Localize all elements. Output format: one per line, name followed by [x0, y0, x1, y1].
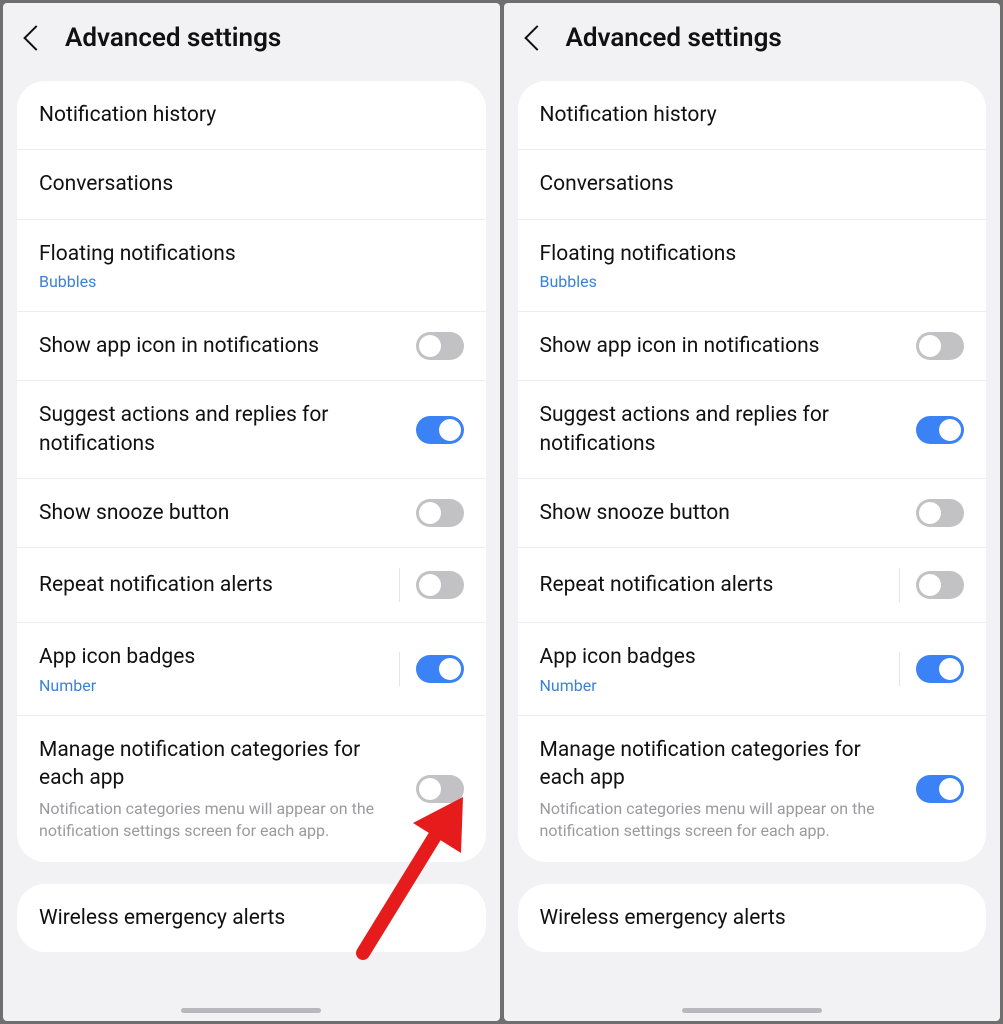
row-label: Repeat notification alerts	[39, 571, 383, 599]
row-label: Conversations	[540, 170, 965, 198]
row-show-app-icon[interactable]: Show app icon in notifications	[17, 312, 486, 381]
toggle-show-app-icon[interactable]	[916, 332, 964, 360]
row-suggest-actions[interactable]: Suggest actions and replies for notifica…	[17, 381, 486, 479]
row-label: App icon badges	[540, 643, 884, 671]
divider	[399, 568, 400, 602]
toggle-snooze-button[interactable]	[416, 499, 464, 527]
row-conversations[interactable]: Conversations	[17, 150, 486, 219]
settings-card-secondary: Wireless emergency alerts	[518, 884, 987, 952]
back-icon[interactable]	[23, 25, 48, 50]
row-sub: Number	[39, 676, 383, 695]
row-floating-notifications[interactable]: Floating notifications Bubbles	[17, 220, 486, 312]
row-repeat-alerts[interactable]: Repeat notification alerts	[518, 548, 987, 623]
page-title: Advanced settings	[65, 23, 281, 53]
row-sub: Bubbles	[39, 272, 464, 291]
row-show-app-icon[interactable]: Show app icon in notifications	[518, 312, 987, 381]
row-label: Show app icon in notifications	[540, 332, 901, 360]
row-app-icon-badges[interactable]: App icon badges Number	[518, 623, 987, 715]
row-wireless-alerts[interactable]: Wireless emergency alerts	[518, 884, 987, 952]
row-label: Show snooze button	[39, 499, 400, 527]
row-label: Suggest actions and replies for notifica…	[540, 401, 901, 458]
page-title: Advanced settings	[566, 23, 782, 53]
toggle-app-icon-badges[interactable]	[416, 655, 464, 683]
toggle-suggest-actions[interactable]	[416, 416, 464, 444]
toggle-manage-categories[interactable]	[416, 775, 464, 803]
settings-card-secondary: Wireless emergency alerts	[17, 884, 486, 952]
home-indicator[interactable]	[181, 1008, 321, 1013]
header: Advanced settings	[3, 3, 500, 81]
phone-left: Advanced settings Notification history C…	[3, 3, 500, 1021]
row-label: Show app icon in notifications	[39, 332, 400, 360]
row-suggest-actions[interactable]: Suggest actions and replies for notifica…	[518, 381, 987, 479]
row-sub: Number	[540, 676, 884, 695]
phone-right: Advanced settings Notification history C…	[504, 3, 1001, 1021]
header: Advanced settings	[504, 3, 1001, 81]
row-repeat-alerts[interactable]: Repeat notification alerts	[17, 548, 486, 623]
home-indicator[interactable]	[682, 1008, 822, 1013]
row-label: Conversations	[39, 170, 464, 198]
back-icon[interactable]	[524, 25, 549, 50]
row-label: Manage notification categories for each …	[39, 736, 400, 793]
row-desc: Notification categories menu will appear…	[39, 798, 400, 841]
divider	[899, 652, 900, 686]
row-manage-categories[interactable]: Manage notification categories for each …	[518, 716, 987, 862]
row-label: Wireless emergency alerts	[540, 904, 965, 932]
row-label: Floating notifications	[540, 240, 965, 268]
row-label: Floating notifications	[39, 240, 464, 268]
toggle-repeat-alerts[interactable]	[416, 571, 464, 599]
row-snooze-button[interactable]: Show snooze button	[17, 479, 486, 548]
row-notification-history[interactable]: Notification history	[17, 81, 486, 150]
row-conversations[interactable]: Conversations	[518, 150, 987, 219]
toggle-show-app-icon[interactable]	[416, 332, 464, 360]
row-label: Manage notification categories for each …	[540, 736, 901, 793]
row-desc: Notification categories menu will appear…	[540, 798, 901, 841]
row-label: Wireless emergency alerts	[39, 904, 464, 932]
toggle-snooze-button[interactable]	[916, 499, 964, 527]
row-app-icon-badges[interactable]: App icon badges Number	[17, 623, 486, 715]
divider	[399, 652, 400, 686]
toggle-repeat-alerts[interactable]	[916, 571, 964, 599]
toggle-app-icon-badges[interactable]	[916, 655, 964, 683]
toggle-suggest-actions[interactable]	[916, 416, 964, 444]
row-wireless-alerts[interactable]: Wireless emergency alerts	[17, 884, 486, 952]
row-label: Notification history	[39, 101, 464, 129]
toggle-manage-categories[interactable]	[916, 775, 964, 803]
divider	[899, 568, 900, 602]
row-manage-categories[interactable]: Manage notification categories for each …	[17, 716, 486, 862]
settings-card-main: Notification history Conversations Float…	[17, 81, 486, 862]
row-notification-history[interactable]: Notification history	[518, 81, 987, 150]
row-label: Notification history	[540, 101, 965, 129]
row-floating-notifications[interactable]: Floating notifications Bubbles	[518, 220, 987, 312]
row-label: Repeat notification alerts	[540, 571, 884, 599]
settings-card-main: Notification history Conversations Float…	[518, 81, 987, 862]
row-label: Suggest actions and replies for notifica…	[39, 401, 400, 458]
row-snooze-button[interactable]: Show snooze button	[518, 479, 987, 548]
row-label: App icon badges	[39, 643, 383, 671]
row-sub: Bubbles	[540, 272, 965, 291]
row-label: Show snooze button	[540, 499, 901, 527]
